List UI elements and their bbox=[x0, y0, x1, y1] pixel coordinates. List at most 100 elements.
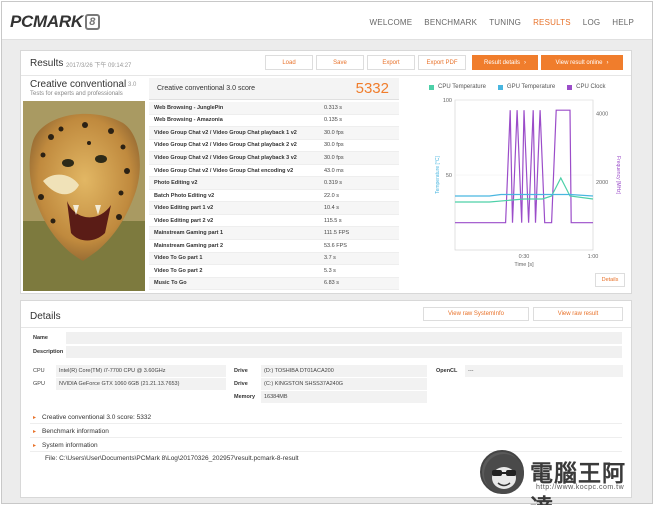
name-value bbox=[66, 332, 622, 344]
legend-swatch bbox=[567, 84, 573, 90]
save-button[interactable]: Save bbox=[316, 55, 364, 70]
watermark-url: http://www.kocpc.com.tw bbox=[536, 484, 625, 491]
score-row: Video Editing part 1 v2 10.4 s bbox=[149, 202, 399, 215]
score-row-value: 5.3 s bbox=[324, 267, 336, 274]
chart-legend: CPU Temperature GPU Temperature CPU Clock bbox=[429, 84, 606, 90]
view-online-button[interactable]: View result online › bbox=[541, 55, 623, 70]
score-row-value: 115.5 s bbox=[324, 217, 342, 224]
drive-1-value: (D:) TOSHIBA DT01ACA200 bbox=[261, 365, 427, 377]
score-row-value: 3.7 s bbox=[324, 255, 336, 262]
score-row-name: Video Editing part 2 v2 bbox=[154, 217, 214, 224]
score-row: Video Group Chat v2 / Video Group Chat p… bbox=[149, 152, 399, 165]
y-right-tick-label: 2000 bbox=[596, 180, 608, 186]
chevron-right-icon: › bbox=[524, 59, 527, 66]
drive-label-2: Drive bbox=[234, 381, 248, 387]
pcmark-logo: PCMARK 8 bbox=[10, 12, 100, 31]
opencl-label: OpenCL bbox=[436, 368, 458, 374]
top-bar: PCMARK 8 WELCOME BENCHMARK TUNING RESULT… bbox=[2, 2, 652, 40]
score-row-name: Video Editing part 1 v2 bbox=[154, 205, 214, 212]
expand-benchmark-info-label: Benchmark information bbox=[42, 427, 109, 435]
export-button[interactable]: Export bbox=[367, 55, 415, 70]
score-row: Video Group Chat v2 / Video Group Chat e… bbox=[149, 165, 399, 178]
score-row-name: Video Group Chat v2 / Video Group Chat p… bbox=[154, 154, 297, 161]
score-row-name: Mainstream Gaming part 2 bbox=[154, 242, 224, 249]
caret-right-icon: ▸ bbox=[33, 414, 37, 421]
benchmark-subtitle: Tests for experts and professionals bbox=[30, 91, 123, 97]
memory-value: 16384MB bbox=[261, 391, 427, 403]
logo-version-badge: 8 bbox=[84, 14, 100, 30]
nav-welcome[interactable]: WELCOME bbox=[364, 18, 419, 27]
score-row-value: 111.5 FPS bbox=[324, 230, 350, 237]
score-row-name: Video To Go part 2 bbox=[154, 267, 203, 274]
score-label: Creative conventional 3.0 score bbox=[157, 85, 256, 92]
divider bbox=[21, 75, 631, 76]
result-details-button[interactable]: Result details › bbox=[472, 55, 538, 70]
app-window: PCMARK 8 WELCOME BENCHMARK TUNING RESULT… bbox=[1, 1, 653, 504]
cpu-label: CPU bbox=[33, 368, 45, 374]
x-tick-label: 1:00 bbox=[588, 254, 599, 260]
gpu-value: NVIDIA GeForce GTX 1060 6GB (21.21.13.76… bbox=[56, 378, 226, 390]
export-pdf-button[interactable]: Export PDF bbox=[418, 55, 466, 70]
nav-help[interactable]: HELP bbox=[606, 18, 640, 27]
description-value bbox=[66, 346, 622, 358]
legend-label: CPU Temperature bbox=[438, 84, 486, 90]
score-row: Batch Photo Editing v2 22.0 s bbox=[149, 190, 399, 203]
score-row-name: Web Browsing - JunglePin bbox=[154, 104, 224, 111]
chart-plot: 100 50 4000 2000 0:30 1:00 Time [s] Temperature… bbox=[435, 98, 621, 268]
score-row-value: 43.0 ms bbox=[324, 167, 344, 174]
nav-log[interactable]: LOG bbox=[577, 18, 607, 27]
legend-label: CPU Clock bbox=[576, 84, 606, 90]
score-row-value: 0.319 s bbox=[324, 180, 343, 187]
score-row: Video Group Chat v2 / Video Group Chat p… bbox=[149, 140, 399, 153]
opencl-value: --- bbox=[465, 365, 623, 377]
score-row-value: 30.0 fps bbox=[324, 142, 344, 149]
watermark-mascot-icon bbox=[480, 450, 524, 494]
y-right-axis-label: Frequency [MHz] bbox=[615, 156, 621, 195]
y-left-axis-label: Temperature [°C] bbox=[435, 155, 441, 193]
score-table: Web Browsing - JunglePin 0.313 s Web Brows… bbox=[149, 102, 399, 291]
expand-benchmark-info[interactable]: ▸ Benchmark information bbox=[30, 425, 622, 438]
score-row: Photo Editing v2 0.319 s bbox=[149, 177, 399, 190]
legend-item: CPU Temperature bbox=[429, 84, 486, 90]
x-tick-label: 0:30 bbox=[519, 254, 530, 260]
caret-right-icon: ▸ bbox=[33, 428, 37, 435]
nav-results[interactable]: RESULTS bbox=[527, 18, 577, 27]
chart-details-button[interactable]: Details bbox=[595, 273, 625, 287]
nav-benchmark[interactable]: BENCHMARK bbox=[418, 18, 483, 27]
legend-label: GPU Temperature bbox=[506, 84, 556, 90]
score-row: Video Group Chat v2 / Video Group Chat p… bbox=[149, 127, 399, 140]
y-left-tick-label: 100 bbox=[443, 98, 452, 104]
score-row: Mainstream Gaming part 2 53.6 FPS bbox=[149, 240, 399, 253]
y-right-tick-label: 4000 bbox=[596, 112, 608, 118]
expand-score[interactable]: ▸ Creative conventional 3.0 score: 5332 bbox=[30, 411, 622, 424]
chevron-right-icon: › bbox=[606, 59, 609, 66]
score-row: Video Editing part 2 v2 115.5 s bbox=[149, 215, 399, 228]
name-label: Name bbox=[33, 335, 48, 341]
benchmark-version: 3.0 bbox=[128, 82, 137, 88]
description-row: Description bbox=[30, 346, 622, 358]
memory-label: Memory bbox=[234, 394, 256, 400]
view-raw-sysinfo-button[interactable]: View raw SystemInfo bbox=[423, 307, 529, 321]
nav-tuning[interactable]: TUNING bbox=[483, 18, 527, 27]
score-row-name: Video Group Chat v2 / Video Group Chat e… bbox=[154, 167, 294, 174]
expand-score-label: Creative conventional 3.0 score: 5332 bbox=[42, 413, 152, 421]
score-row: Video To Go part 2 5.3 s bbox=[149, 265, 399, 278]
view-raw-result-button[interactable]: View raw result bbox=[533, 307, 623, 321]
y-left-tick-label: 50 bbox=[446, 173, 452, 179]
result-details-label: Result details bbox=[483, 59, 521, 66]
score-row-value: 53.6 FPS bbox=[324, 242, 347, 249]
result-file-path: File: C:\Users\User\Documents\PCMark 8\L… bbox=[45, 455, 299, 462]
name-row: Name bbox=[30, 332, 622, 344]
score-row-value: 30.0 fps bbox=[324, 129, 344, 136]
score-row-name: Web Browsing - Amazonia bbox=[154, 117, 223, 124]
score-row-value: 0.313 s bbox=[324, 104, 343, 111]
x-axis-label: Time [s] bbox=[514, 262, 534, 268]
score-row: Music To Go 6.83 s bbox=[149, 277, 399, 291]
score-row: Video To Go part 1 3.7 s bbox=[149, 252, 399, 266]
score-row-name: Photo Editing v2 bbox=[154, 180, 198, 187]
benchmark-name: Creative conventional bbox=[30, 79, 127, 90]
score-row-value: 6.83 s bbox=[324, 280, 339, 287]
score-value: 5332 bbox=[355, 80, 389, 97]
score-row-value: 10.4 s bbox=[324, 205, 339, 212]
load-button[interactable]: Load bbox=[265, 55, 313, 70]
